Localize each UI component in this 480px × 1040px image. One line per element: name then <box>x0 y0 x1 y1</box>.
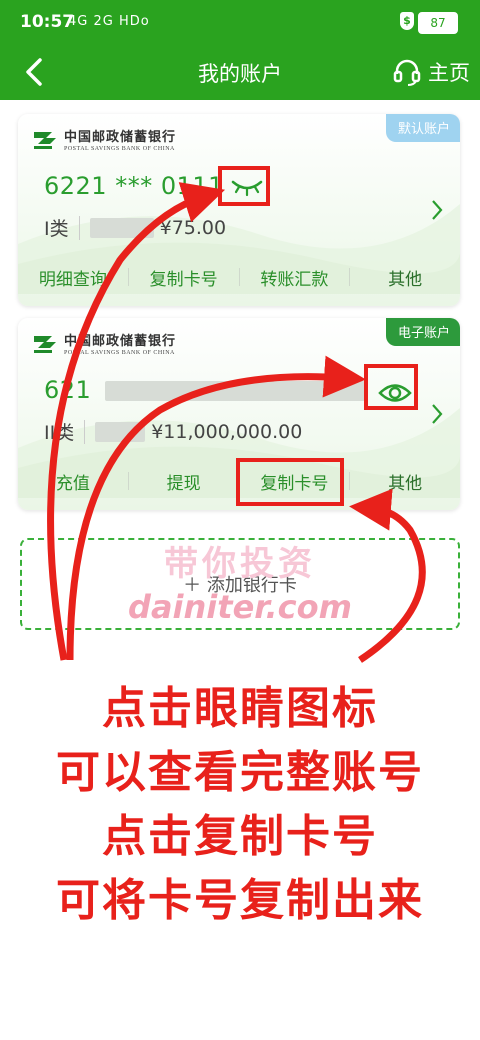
status-time: 10:57 <box>20 12 75 32</box>
account-class: II类 <box>44 422 75 444</box>
electronic-account-tag: 电子账户 <box>385 318 460 346</box>
masked-account-number <box>105 381 366 401</box>
account-class: I类 <box>44 218 69 240</box>
account-balance: ¥11,000,000.00 <box>151 420 303 443</box>
top-up-button[interactable]: 充值 <box>18 469 128 494</box>
headset-icon <box>393 59 421 86</box>
account-class-row: II类 ¥11,000,000.00 <box>44 418 302 445</box>
detail-query-button[interactable]: 明细查询 <box>18 265 128 290</box>
withdraw-button[interactable]: 提现 <box>129 469 239 494</box>
divider <box>84 419 86 444</box>
network-indicator: 4G 2G HDo <box>68 14 150 29</box>
psbc-logo-icon <box>34 132 56 149</box>
bank-name-cn: 中国邮政储蓄银行 <box>64 334 177 349</box>
account-class-row: I类 ¥75.00 <box>44 214 226 241</box>
divider <box>78 215 80 240</box>
home-label: 主页 <box>428 61 470 85</box>
bank-name-en: POSTAL SAVINGS BANK OF CHINA <box>64 350 175 356</box>
highlight-eye-open <box>364 364 418 410</box>
highlight-copy-card-number <box>236 458 344 506</box>
account-balance: ¥75.00 <box>159 216 227 239</box>
home-button[interactable]: 主页 <box>392 54 470 90</box>
copy-card-number-button[interactable]: 复制卡号 <box>129 265 239 290</box>
other-button[interactable]: 其他 <box>350 469 460 494</box>
status-bar: 10:57 4G 2G HDo $ 87 <box>0 0 480 44</box>
annotation-line-4: 可将卡号复制出来 <box>56 875 424 926</box>
account-number: 621 <box>44 376 366 404</box>
battery-icon: 87 <box>418 12 458 34</box>
shield-icon: $ <box>400 12 414 30</box>
bank-logo: 中国邮政储蓄银行 POSTAL SAVINGS BANK OF CHINA <box>32 126 176 152</box>
account-number-prefix: 621 <box>44 376 92 404</box>
watermark-title: 带你投资 <box>164 544 316 584</box>
bank-logo: 中国邮政储蓄银行 POSTAL SAVINGS BANK OF CHINA <box>32 330 176 356</box>
card-actions: 明细查询 复制卡号 转账汇款 其他 <box>18 260 460 294</box>
account-number-prefix: 6221 *** <box>44 172 153 200</box>
bank-name-cn: 中国邮政储蓄银行 <box>64 130 177 145</box>
annotation-line-3: 点击复制卡号 <box>102 811 378 862</box>
annotation-line-2: 可以查看完整账号 <box>56 747 424 798</box>
account-number: 6221 *** 0111 <box>44 172 224 200</box>
annotation-line-1: 点击眼睛图标 <box>102 683 378 734</box>
highlight-eye-closed <box>218 166 270 206</box>
default-account-tag: 默认账户 <box>385 114 460 142</box>
chevron-right-icon[interactable] <box>430 198 444 222</box>
chevron-right-icon[interactable] <box>430 402 444 426</box>
app-header: 我的账户 主页 <box>0 44 480 100</box>
other-button[interactable]: 其他 <box>350 265 460 290</box>
watermark-url: dainiter.com <box>128 588 352 626</box>
masked-name <box>89 217 154 238</box>
masked-name <box>95 421 146 442</box>
account-card-default[interactable]: 中国邮政储蓄银行 POSTAL SAVINGS BANK OF CHINA 默认… <box>18 114 460 306</box>
bank-name-en: POSTAL SAVINGS BANK OF CHINA <box>64 146 175 152</box>
account-number-suffix: 0111 <box>160 172 224 200</box>
transfer-button[interactable]: 转账汇款 <box>240 265 350 290</box>
psbc-logo-icon <box>34 336 56 353</box>
